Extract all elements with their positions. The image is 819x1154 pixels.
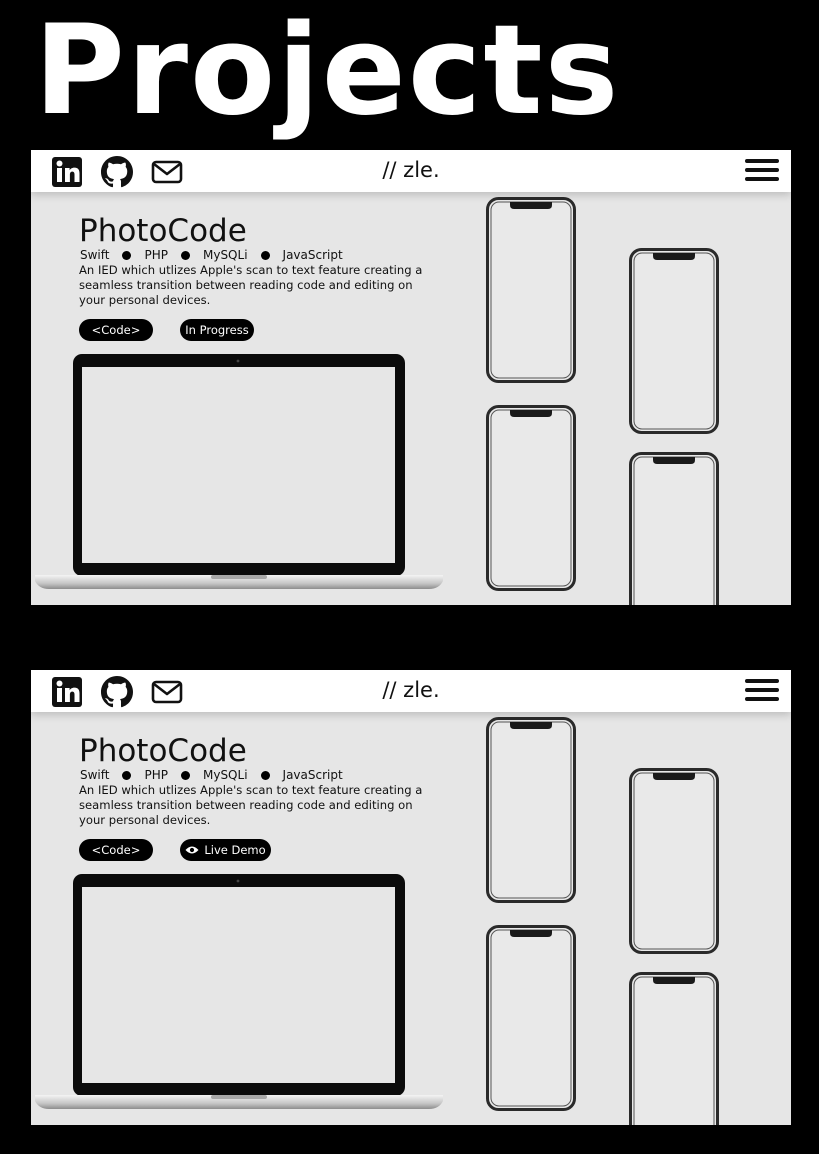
tech-list: Swift PHP MySQLi JavaScript	[80, 248, 343, 262]
navbar: // zle.	[31, 150, 791, 192]
tech-item: PHP	[144, 248, 168, 262]
code-button[interactable]: <Code>	[79, 839, 153, 861]
hamburger-menu-icon[interactable]	[745, 679, 779, 705]
dot-separator	[122, 770, 132, 780]
dot-separator	[122, 250, 132, 260]
project-description: An IED which utlizes Apple's scan to tex…	[79, 783, 423, 827]
tech-item: JavaScript	[282, 768, 343, 782]
dot-separator	[260, 250, 270, 260]
tech-item: MySQLi	[202, 248, 248, 262]
project-title: PhotoCode	[79, 733, 247, 769]
laptop-mockup	[35, 354, 443, 589]
phone-mockup	[629, 248, 719, 434]
live-demo-button[interactable]: Live Demo	[180, 839, 271, 861]
hamburger-menu-icon[interactable]	[745, 159, 779, 185]
tech-item: JavaScript	[282, 248, 343, 262]
brand-logo[interactable]: // zle.	[31, 678, 791, 702]
dot-separator	[260, 770, 270, 780]
live-demo-label: Live Demo	[204, 843, 266, 857]
phone-mockup	[486, 925, 576, 1111]
project-card: // zle. PhotoCode Swift PHP MySQLi JavaS…	[31, 150, 791, 605]
brand-logo[interactable]: // zle.	[31, 158, 791, 182]
project-description: An IED which utlizes Apple's scan to tex…	[79, 263, 423, 307]
phone-mockup	[629, 768, 719, 954]
navbar: // zle.	[31, 670, 791, 712]
in-progress-button[interactable]: In Progress	[180, 319, 254, 341]
code-button[interactable]: <Code>	[79, 319, 153, 341]
page-title: Projects	[34, 0, 621, 143]
dot-separator	[180, 770, 190, 780]
phone-mockup	[629, 452, 719, 605]
tech-item: MySQLi	[202, 768, 248, 782]
tech-list: Swift PHP MySQLi JavaScript	[80, 768, 343, 782]
dot-separator	[180, 250, 190, 260]
phone-mockup	[486, 717, 576, 903]
project-title: PhotoCode	[79, 213, 247, 249]
project-card: // zle. PhotoCode Swift PHP MySQLi JavaS…	[31, 670, 791, 1125]
phone-mockup	[486, 405, 576, 591]
laptop-mockup	[35, 874, 443, 1109]
phone-mockup	[486, 197, 576, 383]
phone-mockup	[629, 972, 719, 1125]
tech-item: PHP	[144, 768, 168, 782]
tech-item: Swift	[80, 768, 110, 782]
eye-icon	[185, 846, 199, 854]
tech-item: Swift	[80, 248, 110, 262]
